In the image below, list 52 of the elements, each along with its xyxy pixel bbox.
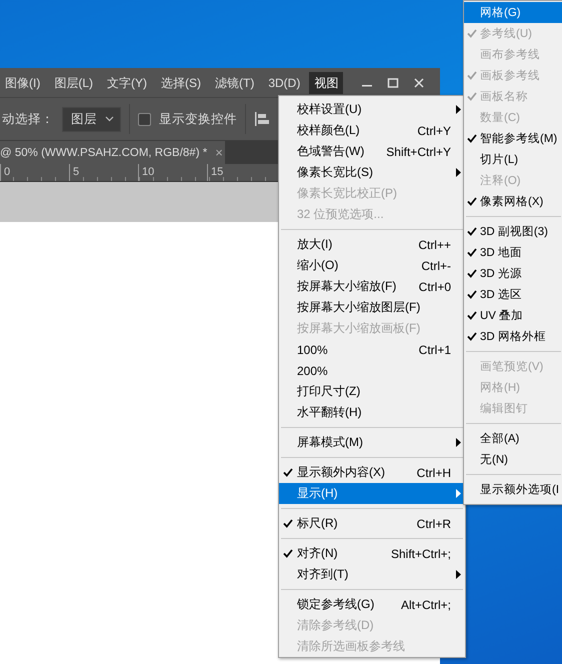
maximize-icon[interactable] [387,78,400,88]
menu-item[interactable]: 100% Ctrl+1 [279,339,465,360]
menu-item[interactable]: 色域警告(W) Shift+Ctrl+Y [279,141,465,162]
menu-item[interactable]: 打印尺寸(Z) [279,381,465,402]
menu-item[interactable]: 3D 选区 [464,284,562,305]
ruler-label: 15 [207,164,276,181]
ruler-label: 0 [0,164,69,181]
menu-item[interactable]: 对齐到(T) [279,564,465,585]
menu-item[interactable]: 全部(A) [464,428,562,449]
menu-item[interactable]: 显示额外选项(I [464,479,562,500]
close-icon[interactable] [413,78,426,88]
menu-item[interactable]: 按屏幕大小缩放(F) Ctrl+0 [279,276,465,297]
document-tab[interactable]: @ 50% (WWW.PSAHZ.COM, RGB/8#) * × [0,141,225,164]
menu-item[interactable]: 按屏幕大小缩放图层(F) [279,297,465,318]
menu-item[interactable]: 3D 网格外框 [464,326,562,347]
menu-item[interactable]: 像素网格(X) [464,191,562,212]
menu-item[interactable]: 像素长宽比(S) [279,162,465,183]
ruler-label: 10 [138,164,207,181]
menu-item[interactable]: 对齐(N) Shift+Ctrl+; [279,543,465,564]
menu-bar-item[interactable]: 滤镜(T) [210,72,260,94]
menu-item[interactable]: 水平翻转(H) [279,402,465,423]
menu-item[interactable]: 校样设置(U) [279,99,465,120]
menu-bar-item[interactable]: 视图 [309,72,344,94]
menu-item[interactable]: 200% [279,360,465,381]
menu-bar-item[interactable]: 选择(S) [156,72,206,94]
menu-item[interactable]: 屏幕模式(M) [279,432,465,453]
menu-item[interactable]: 智能参考线(M) [464,128,562,149]
checkbox-label: 显示变换控件 [159,110,237,128]
menu-bar-item[interactable]: 图层(L) [49,72,98,94]
menu-item[interactable]: 3D 副视图(3) [464,221,562,242]
menu-item[interactable]: 校样颜色(L) Ctrl+Y [279,120,465,141]
ruler-label: 5 [69,164,138,181]
menu-item[interactable]: UV 叠加 [464,305,562,326]
menu-bar-item[interactable]: 文字(Y) [102,72,152,94]
menu-item[interactable]: 标尺(R) Ctrl+R [279,513,465,534]
checkbox[interactable] [138,112,151,126]
align-left-icon[interactable] [254,111,270,127]
menu-bar-item[interactable]: 图像(I) [0,72,46,94]
menu-item[interactable]: 无(N) [464,449,562,470]
menu-item[interactable]: 网格(G) [464,2,562,23]
auto-select-label: 动选择： [1,110,54,128]
menu-item[interactable]: 缩小(O) Ctrl+- [279,255,465,276]
menu-item[interactable]: 放大(I) Ctrl++ [279,234,465,255]
menu-item[interactable]: 3D 光源 [464,263,562,284]
menu-item[interactable]: 锁定参考线(G) Alt+Ctrl+; [279,594,465,615]
menu-item[interactable]: 切片(L) [464,149,562,170]
menu-item[interactable]: 3D 地面 [464,242,562,263]
menu-bar-item[interactable]: 3D(D) [263,72,306,94]
menu-item[interactable]: 显示(H) [279,483,465,504]
layer-dropdown[interactable]: 图层 [62,106,121,132]
chevron-icon [105,116,114,122]
menu-item[interactable]: 显示额外内容(X) Ctrl+H [279,462,465,483]
